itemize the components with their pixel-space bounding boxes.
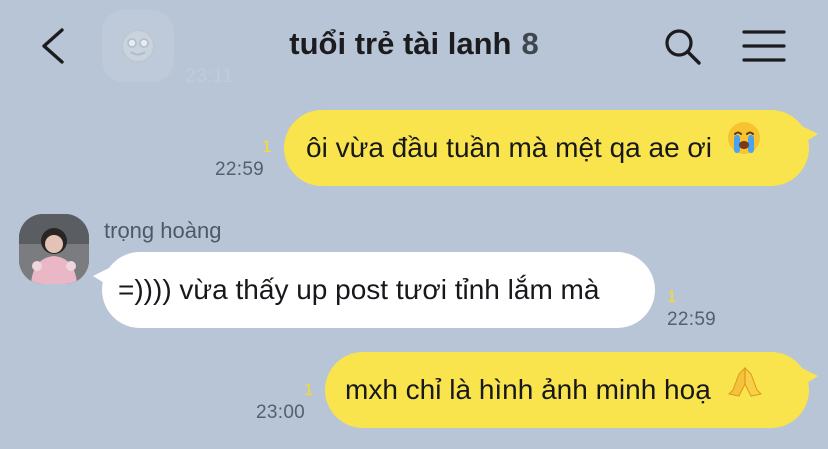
chat-screen: 23:11 tuổi trẻ tài lanh 8 1 22:59 ôi vừa … [0,0,828,449]
member-count: 8 [521,26,539,61]
message-time: 22:59 [215,159,265,180]
message-text: mxh chỉ là hình ảnh minh hoạ [345,374,711,405]
my-message-bubble[interactable]: mxh chỉ là hình ảnh minh hoạ [325,351,818,428]
menu-button[interactable] [740,27,786,67]
unread-count: 1 [667,287,677,306]
message-time: 23:00 [256,402,306,423]
unread-count: 1 [304,380,314,399]
message-time: 22:59 [667,309,717,330]
search-button[interactable] [662,26,704,68]
my-message-bubble[interactable]: ôi vừa đầu tuần mà mệt qa ae ơi [284,109,818,186]
previous-message-time: 23:11 [185,66,234,87]
folded-hands-icon [725,351,765,427]
crying-face-icon [726,109,762,185]
sender-avatar[interactable] [19,214,89,284]
search-icon [665,29,701,65]
unread-count: 1 [262,137,272,156]
sender-name: trọng hoàng [104,218,222,243]
their-message-bubble[interactable]: =)))) vừa thấy up post tươi tỉnh lắm mà [93,252,655,328]
chat-header: 23:11 tuổi trẻ tài lanh 8 [0,0,828,92]
profile-photo-icon [19,214,89,284]
message-text: =)))) vừa thấy up post tươi tỉnh lắm mà [118,274,600,305]
group-name: tuổi trẻ tài lanh [289,26,512,61]
hamburger-menu-icon [742,30,786,62]
message-text: ôi vừa đầu tuần mà mệt qa ae ơi [306,132,712,163]
